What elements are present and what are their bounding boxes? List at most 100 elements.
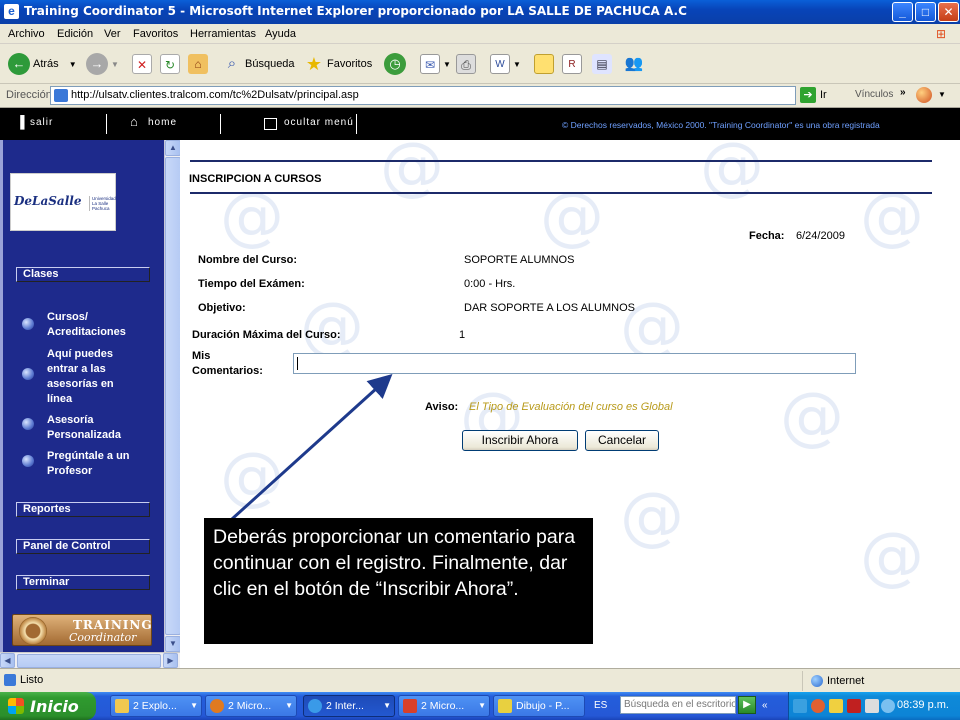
close-button[interactable]: ✕: [938, 2, 959, 22]
back-arrow-icon: ←: [8, 53, 30, 75]
objetivo-label: Objetivo:: [198, 302, 246, 314]
chevron-down-icon: ▼: [478, 701, 486, 710]
comentarios-label-line1: Mis: [192, 350, 211, 362]
comentarios-input[interactable]: [293, 353, 856, 374]
start-label: Inicio: [30, 697, 79, 716]
section-panel-control[interactable]: Panel de Control: [16, 539, 150, 554]
history-button[interactable]: ◷: [384, 52, 409, 76]
menu-herramientas[interactable]: Herramientas: [190, 28, 256, 40]
messenger-button[interactable]: ▤: [592, 52, 615, 76]
logo-ring-icon: [19, 617, 47, 645]
menu-edicion[interactable]: Edición: [57, 28, 93, 40]
task-micro-2[interactable]: 2 Micro... ▼: [398, 695, 490, 717]
sidebar-scrollbar[interactable]: ▲ ▼: [164, 140, 181, 652]
tray-app-icon[interactable]: [811, 699, 825, 713]
back-dropdown-icon[interactable]: ▼: [69, 60, 77, 69]
print-button[interactable]: ⎙: [456, 52, 479, 76]
hscroll-thumb[interactable]: [17, 654, 161, 668]
bullet-icon: [22, 368, 34, 380]
edit-dropdown-icon[interactable]: ▼: [513, 60, 521, 69]
print-icon: ⎙: [456, 54, 476, 74]
comentarios-label-line2: Comentarios:: [192, 365, 263, 377]
section-clases[interactable]: Clases: [16, 267, 150, 282]
chevron-left-icon[interactable]: «: [762, 700, 768, 711]
menu-archivo[interactable]: Archivo: [8, 28, 45, 40]
forward-dropdown-icon[interactable]: ▼: [111, 60, 119, 69]
task-paint[interactable]: Dibujo - P...: [493, 695, 585, 717]
lasalle-logo: DeLaSalle Universidad La Salle Pachuca: [10, 173, 116, 231]
minimize-button[interactable]: _: [892, 2, 913, 22]
header-divider: [220, 114, 221, 134]
scroll-left-icon[interactable]: ◀: [0, 653, 15, 668]
scroll-thumb[interactable]: [165, 157, 181, 635]
top-rule: [190, 160, 932, 162]
search-button[interactable]: ⌕ Búsqueda: [222, 52, 295, 76]
search-label: Búsqueda: [245, 58, 295, 70]
scroll-right-icon[interactable]: ▶: [163, 653, 178, 668]
word-icon: W: [490, 54, 510, 74]
sidebar-border: [0, 140, 3, 652]
book-icon: ▤: [592, 54, 612, 74]
task-label: 2 Micro...: [421, 700, 465, 712]
menu-ayuda[interactable]: Ayuda: [265, 28, 296, 40]
volume-icon[interactable]: [865, 699, 879, 713]
background-watermark: @: [620, 480, 684, 554]
inscribir-ahora-button[interactable]: Inscribir Ahora: [462, 430, 578, 451]
go-arrow-icon[interactable]: ➔: [800, 87, 816, 103]
mail-dropdown-icon[interactable]: ▼: [443, 60, 451, 69]
salir-link[interactable]: salir: [30, 117, 53, 128]
start-button[interactable]: Inicio: [0, 692, 96, 720]
edit-button[interactable]: W ▼: [490, 52, 521, 76]
stop-button[interactable]: ✕: [132, 52, 155, 76]
antivirus-icon[interactable]: [847, 699, 861, 713]
page-title: INSCRIPCION A CURSOS: [189, 173, 322, 185]
back-button[interactable]: ← Atrás ▼: [8, 52, 77, 76]
menu-ver[interactable]: Ver: [104, 28, 121, 40]
back-label: Atrás: [33, 58, 59, 70]
contacts-button[interactable]: 👥: [624, 52, 647, 76]
home-link[interactable]: home: [148, 117, 177, 128]
refresh-icon: ↻: [160, 54, 180, 74]
section-reportes[interactable]: Reportes: [16, 502, 150, 517]
task-micro-1[interactable]: 2 Micro... ▼: [205, 695, 297, 717]
ocultar-menu-link[interactable]: ocultar menú: [284, 117, 354, 128]
mail-button[interactable]: ✉ ▼: [420, 52, 451, 76]
task-internet-explorer[interactable]: 2 Inter... ▼: [303, 695, 395, 717]
cancelar-button[interactable]: Cancelar: [585, 430, 659, 451]
task-explorer[interactable]: 2 Explo... ▼: [110, 695, 202, 717]
section-terminar[interactable]: Terminar: [16, 575, 150, 590]
home-button[interactable]: ⌂: [188, 52, 211, 76]
desktop-search-go-icon[interactable]: ▶: [738, 696, 756, 714]
window-titlebar[interactable]: e Training Coordinator 5 - Microsoft Int…: [0, 0, 960, 24]
sidebar-item-label: Asesoría: [47, 414, 94, 426]
title-rule: [190, 192, 932, 194]
maximize-button[interactable]: □: [915, 2, 936, 22]
logo-line1: TRAINING: [73, 618, 153, 632]
chevron-right-icon[interactable]: »: [900, 87, 906, 98]
globe-icon: [811, 675, 823, 687]
fecha-value: 6/24/2009: [796, 230, 845, 242]
windows-flag-icon: [8, 698, 24, 714]
security-zone: Internet: [802, 671, 960, 691]
research-button[interactable]: R: [562, 52, 585, 76]
sidebar-hscrollbar[interactable]: ◀ ▶: [0, 652, 180, 668]
nombre-curso-value: SOPORTE ALUMNOS: [464, 254, 575, 266]
url-input[interactable]: http://ulsatv.clientes.tralcom.com/tc%2D…: [50, 86, 796, 105]
page-icon: [4, 674, 16, 686]
links-label[interactable]: Vínculos: [855, 89, 893, 100]
network-icon[interactable]: [793, 699, 807, 713]
security-shield-icon[interactable]: [829, 699, 843, 713]
extension-dropdown-icon[interactable]: ▼: [938, 90, 946, 99]
go-button[interactable]: Ir: [820, 89, 827, 101]
notes-button[interactable]: [534, 52, 557, 76]
toolbar-extension-icon[interactable]: [916, 87, 932, 103]
forward-button[interactable]: → ▼: [86, 52, 119, 76]
language-indicator[interactable]: ES: [594, 700, 607, 711]
scroll-down-icon[interactable]: ▼: [165, 636, 181, 652]
favorites-button[interactable]: ★ Favoritos: [304, 52, 372, 76]
tray-info-icon[interactable]: [881, 699, 895, 713]
refresh-button[interactable]: ↻: [160, 52, 183, 76]
scroll-up-icon[interactable]: ▲: [165, 140, 181, 156]
desktop-search-input[interactable]: Búsqueda en el escritorio: [620, 696, 736, 714]
menu-favoritos[interactable]: Favoritos: [133, 28, 178, 40]
